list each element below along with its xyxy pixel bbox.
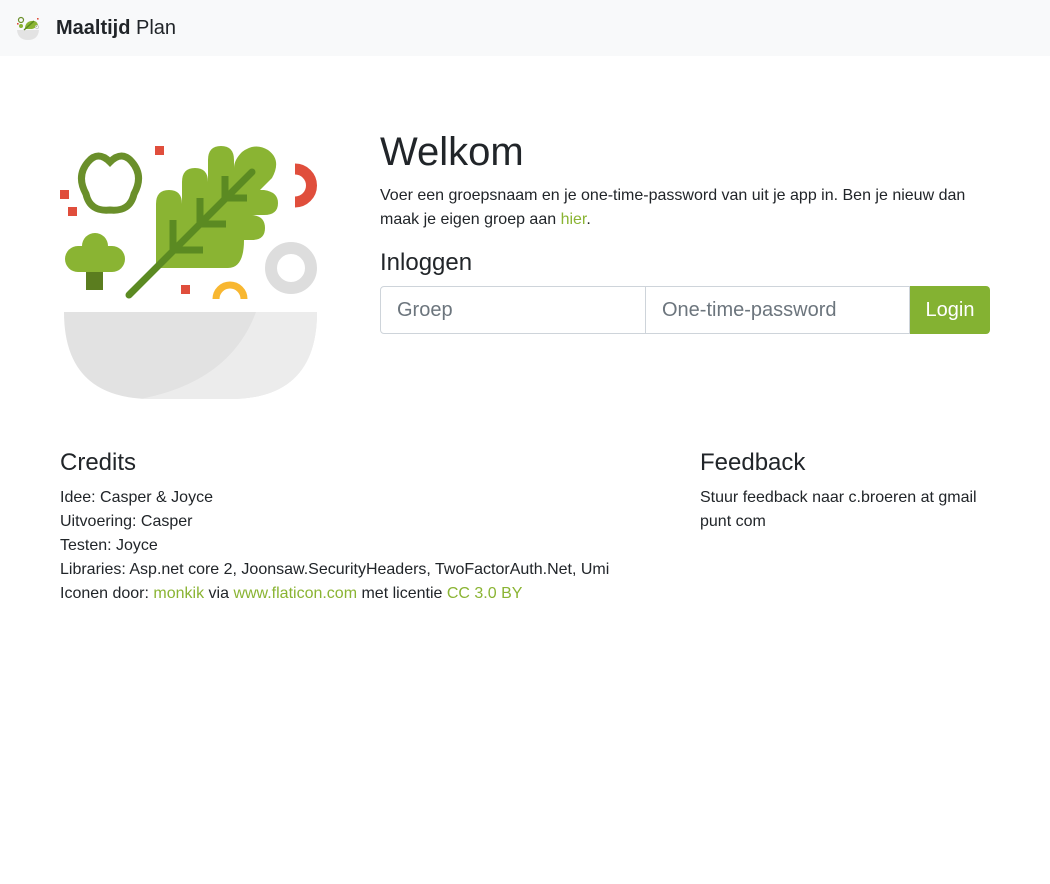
group-input[interactable] xyxy=(380,286,646,334)
credits-icons: Iconen door: monkik via www.flaticon.com… xyxy=(60,582,680,606)
login-heading: Inloggen xyxy=(380,249,473,276)
credits-heading: Credits xyxy=(60,449,137,476)
icons-author-link[interactable]: monkik xyxy=(153,585,204,602)
credits-libraries: Libraries: Asp.net core 2, Joonsaw.Secur… xyxy=(60,561,610,578)
navbar: Maaltijd Plan xyxy=(0,0,1050,56)
credits-panel: Credits Idee: Casper & Joyce Uitvoering:… xyxy=(60,448,680,606)
login-button[interactable]: Login xyxy=(910,286,990,334)
salad-bowl-illustration-icon xyxy=(60,146,317,399)
feedback-panel: Feedback Stuur feedback naar c.broeren a… xyxy=(700,448,1000,534)
credits-idea: Idee: Casper & Joyce xyxy=(60,489,213,506)
intro-text: Voer een groepsnaam en je one-time-passw… xyxy=(380,184,990,232)
license-link[interactable]: CC 3.0 BY xyxy=(447,585,523,602)
credits-execution: Uitvoering: Casper xyxy=(60,513,193,530)
feedback-heading: Feedback xyxy=(700,449,806,476)
icons-via: via xyxy=(204,585,234,602)
flaticon-link[interactable]: www.flaticon.com xyxy=(233,585,357,602)
brand-text: Maaltijd Plan xyxy=(56,16,176,40)
brand-link[interactable]: Maaltijd Plan xyxy=(16,16,176,40)
intro-text-end: . xyxy=(586,211,591,228)
hero-section: Welkom Voer een groepsnaam en je one-tim… xyxy=(0,56,1050,399)
create-group-link[interactable]: hier xyxy=(561,211,587,228)
icons-prefix: Iconen door: xyxy=(60,585,154,602)
credits-testing: Testen: Joyce xyxy=(60,537,158,554)
welcome-panel: Welkom Voer een groepsnaam en je one-tim… xyxy=(380,128,990,334)
brand-name-bold: Maaltijd xyxy=(56,17,131,39)
brand-name-rest: Plan xyxy=(136,17,177,39)
login-form: Login xyxy=(380,286,990,334)
intro-text-body: Voer een groepsnaam en je one-time-passw… xyxy=(380,187,966,228)
feedback-text: Stuur feedback naar c.broeren at gmail p… xyxy=(700,489,977,530)
page-title: Welkom xyxy=(380,130,524,174)
salad-bowl-icon xyxy=(17,16,40,40)
icons-license-prefix: met licentie xyxy=(357,585,447,602)
otp-input[interactable] xyxy=(646,286,910,334)
